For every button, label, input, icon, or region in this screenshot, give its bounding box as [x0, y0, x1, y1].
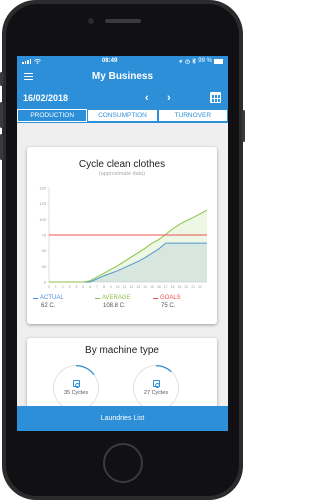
tab-consumption[interactable]: CONSUMPTION — [87, 109, 158, 122]
location-icon — [178, 59, 183, 63]
chart-legend: ACTUAL 62 C. AVERAGE 108.8 C. GOALS 75 C… — [33, 295, 213, 315]
status-bar: 08:49 99 % — [17, 56, 228, 66]
alarm-icon — [185, 58, 191, 64]
y-tick-label: 125 — [39, 201, 46, 206]
tab-turnover[interactable]: TURNOVER — [157, 109, 228, 122]
legend-item-average: AVERAGE 108.8 C. — [95, 295, 131, 309]
x-tick-label: 7 — [96, 285, 98, 289]
laundries-list-button[interactable]: Laundries List — [17, 406, 228, 431]
gauge-arc-2 — [155, 365, 172, 373]
machine-card-title: By machine type — [85, 345, 159, 356]
y-tick-label: 25 — [42, 264, 47, 269]
x-tick-label: 20 — [185, 285, 189, 289]
legend-swatch-average — [95, 297, 100, 299]
x-tick-label: 10 — [116, 285, 120, 289]
x-tick-label: 16 — [157, 285, 161, 289]
app-bar: My Business — [17, 66, 228, 87]
legend-name-goals: GOALS — [160, 295, 181, 301]
current-date[interactable]: 16/02/2018 — [23, 93, 68, 103]
x-tick-label: 5 — [82, 285, 84, 289]
legend-name-average: AVERAGE — [102, 295, 131, 301]
legend-swatch-actual — [33, 297, 38, 299]
legend-swatch-goals — [153, 297, 158, 299]
battery-percent: 99 % — [198, 58, 212, 64]
x-tick-label: 6 — [89, 285, 91, 289]
x-tick-label: 4 — [76, 285, 78, 289]
x-tick-label: 15 — [150, 285, 154, 289]
x-tick-label: 0 — [48, 285, 50, 289]
legend-value-goals: 75 C. — [161, 303, 176, 309]
x-tick-label: 9 — [110, 285, 112, 289]
series-area-average — [49, 209, 207, 282]
menu-icon[interactable] — [24, 73, 33, 80]
volume-down-button[interactable] — [0, 134, 3, 160]
app-title: My Business — [91, 71, 154, 82]
status-time: 08:49 — [101, 58, 118, 64]
status-right: 99 % — [178, 58, 223, 64]
gauge-arc-1 — [75, 365, 95, 376]
legend-value-average: 108.8 C. — [103, 303, 126, 309]
chevron-right-icon[interactable]: › — [167, 91, 171, 105]
legend-item-goals: GOALS 75 C. — [153, 295, 181, 309]
y-tick-label: 0 — [44, 280, 47, 285]
app-screen: 08:49 99 % My Business 16/02/2018 ‹ › PR… — [17, 56, 228, 431]
date-bar: 16/02/2018 ‹ › — [17, 87, 228, 109]
x-tick-label: 2 — [62, 285, 64, 289]
x-tick-label: 17 — [164, 285, 168, 289]
chart-title: Cycle clean clothes — [78, 159, 166, 170]
earpiece — [105, 19, 141, 23]
x-tick-label: 19 — [178, 285, 182, 289]
gauge-machine-1[interactable]: 35 Cycles — [53, 365, 99, 411]
chevron-left-icon[interactable]: ‹ — [145, 91, 149, 105]
status-left — [22, 58, 41, 64]
mute-switch[interactable] — [0, 72, 3, 86]
x-tick-label: 8 — [103, 285, 105, 289]
x-tick-label: 1 — [55, 285, 57, 289]
chart-subtitle: (approximate data) — [98, 171, 146, 177]
tab-production[interactable]: PRODUCTION — [17, 109, 88, 122]
wifi-icon — [34, 58, 41, 64]
x-tick-label: 11 — [123, 285, 127, 289]
dryer-machine-icon — [152, 380, 160, 388]
x-tick-label: 3 — [69, 285, 71, 289]
y-tick-label: 100 — [39, 217, 46, 222]
cycle-line-chart: 02550751001251500 1 2 3 4 5 6 7 8 9 10 11 12 13 14 15 16… — [39, 186, 208, 289]
volume-up-button[interactable] — [0, 102, 3, 128]
calendar-icon[interactable] — [210, 92, 221, 103]
legend-value-actual: 62 C. — [41, 303, 56, 309]
battery-icon — [213, 58, 223, 64]
y-tick-label: 75 — [42, 233, 47, 238]
y-tick-label: 150 — [39, 186, 46, 191]
x-tick-label: 22 — [198, 285, 202, 289]
home-button[interactable] — [103, 443, 143, 483]
legend-name-actual: ACTUAL — [40, 295, 64, 301]
y-tick-label: 50 — [42, 248, 47, 253]
gauge-machine-2[interactable]: 27 Cycles — [133, 365, 179, 411]
x-tick-label: 14 — [143, 285, 147, 289]
x-tick-label: 13 — [136, 285, 140, 289]
power-button[interactable] — [242, 110, 245, 142]
cycle-chart-card: Cycle clean clothes (approximate data) 0… — [27, 147, 217, 324]
bluetooth-icon — [192, 58, 197, 64]
washing-machine-icon — [72, 380, 80, 388]
legend-item-actual: ACTUAL 62 C. — [33, 295, 64, 309]
signal-icon — [22, 58, 32, 64]
tab-bar: PRODUCTION CONSUMPTION TURNOVER — [17, 109, 228, 123]
x-tick-label: 18 — [171, 285, 175, 289]
x-tick-label: 12 — [130, 285, 134, 289]
x-tick-label: 21 — [191, 285, 195, 289]
front-camera — [88, 18, 94, 24]
